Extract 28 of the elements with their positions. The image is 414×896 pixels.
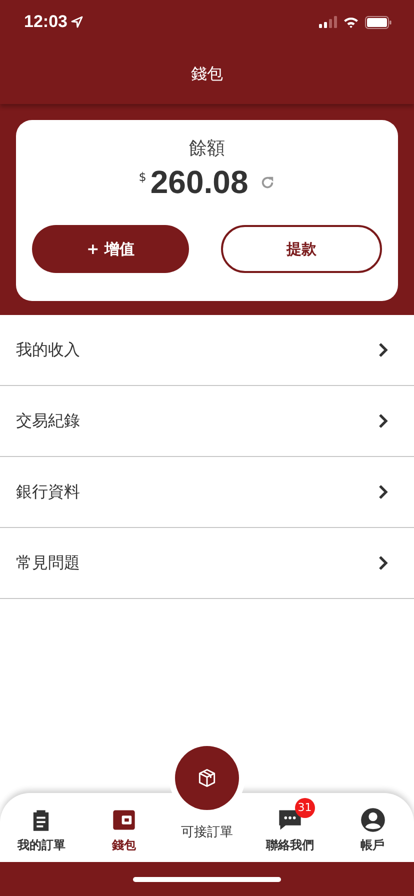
chevron-right-icon bbox=[378, 413, 388, 429]
currency-symbol: $ bbox=[138, 170, 146, 184]
menu-item[interactable]: 常見問題 bbox=[0, 528, 414, 599]
balance-label: 餘額 bbox=[189, 137, 225, 160]
battery-icon bbox=[365, 16, 392, 28]
menu-item[interactable]: 我的收入 bbox=[0, 315, 414, 386]
wifi-icon bbox=[343, 16, 359, 28]
tab-item[interactable]: 錢包 bbox=[111, 807, 138, 854]
menu-item[interactable]: 銀行資料 bbox=[0, 457, 414, 528]
chevron-right-icon bbox=[378, 555, 388, 571]
chevron-right-icon bbox=[378, 342, 388, 358]
refresh-icon[interactable] bbox=[260, 175, 276, 190]
top-up-button[interactable]: + 增值 bbox=[32, 225, 189, 273]
package-icon bbox=[196, 767, 218, 789]
balance-amount: 260.08 bbox=[150, 164, 248, 201]
status-time: 12:03 bbox=[24, 12, 68, 32]
menu-item[interactable]: 交易紀錄 bbox=[0, 386, 414, 457]
tab-item[interactable]: 31 聯絡我們 bbox=[258, 797, 322, 854]
tab-item[interactable]: 帳戶 bbox=[360, 807, 386, 854]
tab-item[interactable]: 我的訂單 bbox=[17, 807, 66, 854]
withdraw-button[interactable]: 提款 bbox=[221, 225, 382, 273]
location-arrow-icon bbox=[71, 16, 84, 28]
chevron-right-icon bbox=[378, 484, 388, 500]
account-icon bbox=[360, 807, 386, 833]
tab-item[interactable]: 可接訂單 bbox=[180, 823, 233, 841]
signal-icon bbox=[319, 16, 337, 28]
notification-badge: 31 bbox=[294, 798, 315, 818]
page-title: 錢包 bbox=[191, 64, 223, 84]
